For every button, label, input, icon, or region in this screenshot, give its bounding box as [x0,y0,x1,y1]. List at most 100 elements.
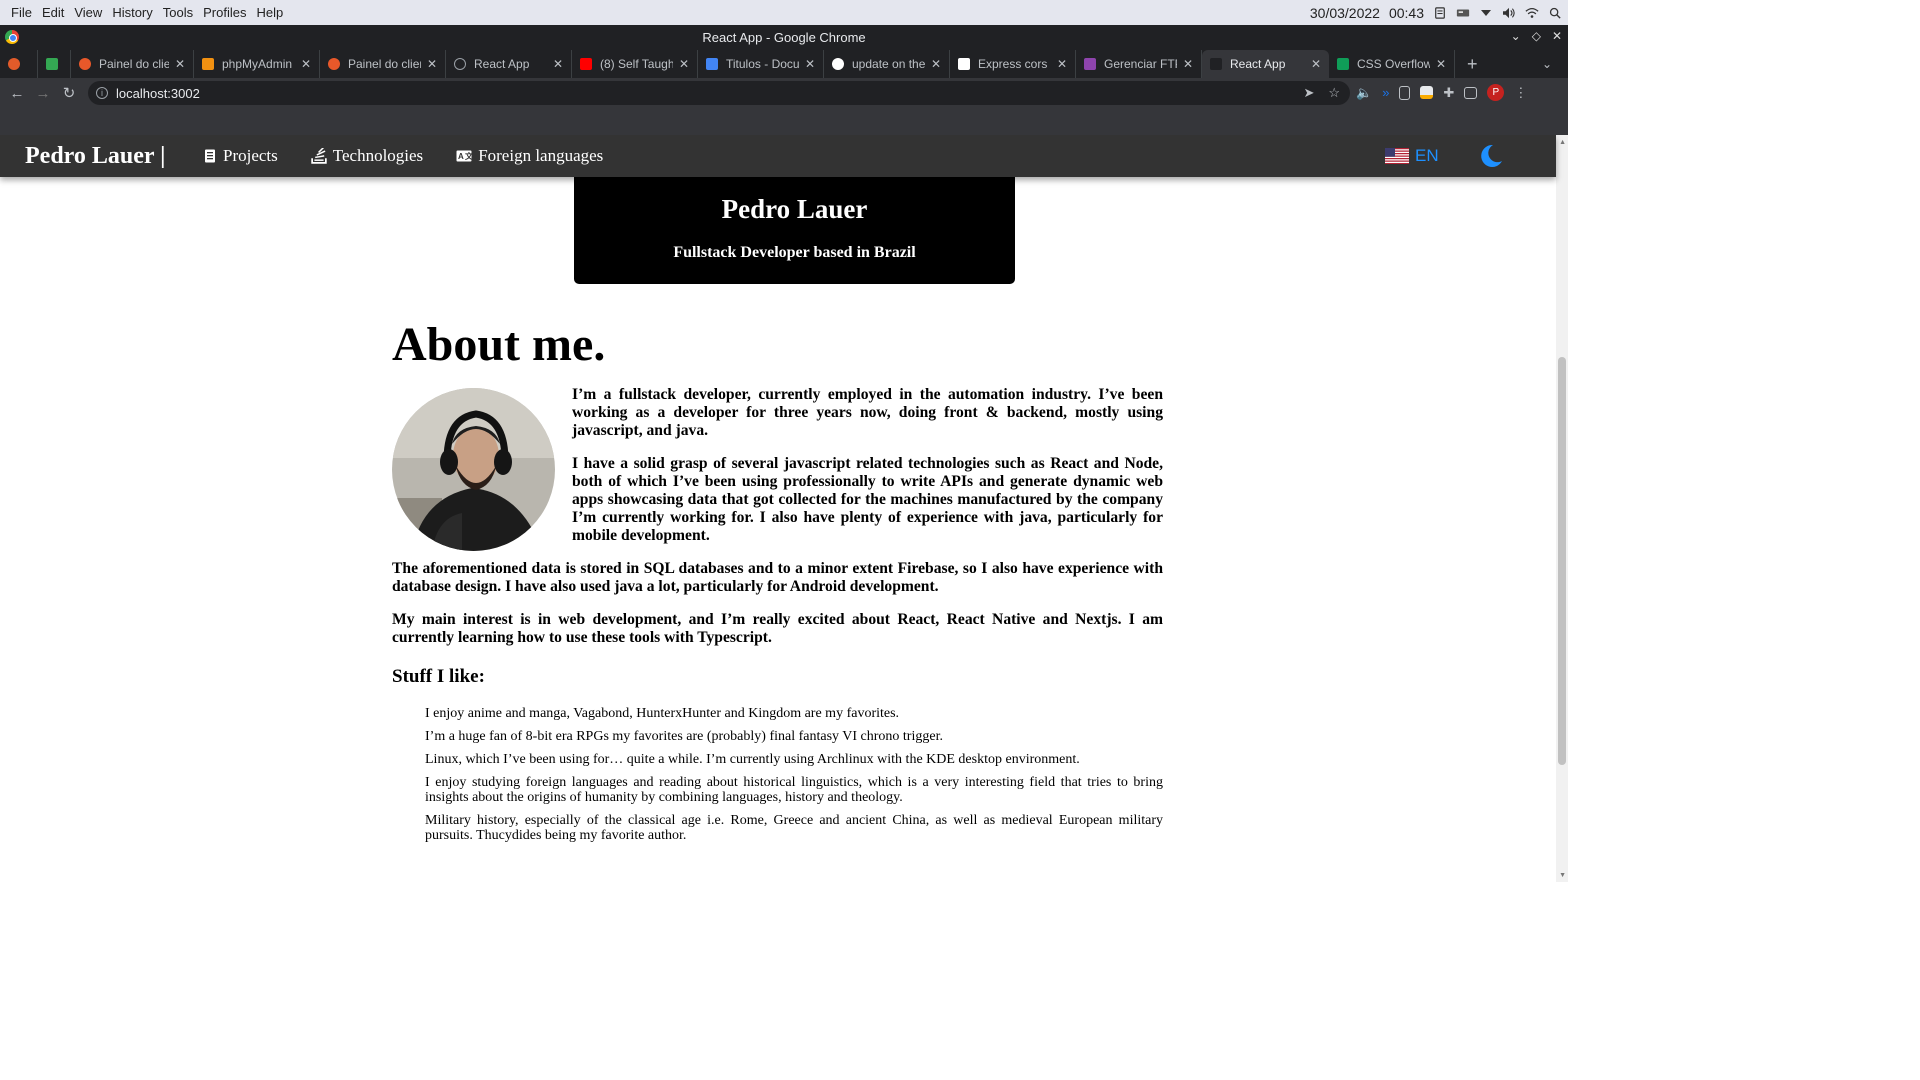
list-item: I enjoy studying foreign languages and r… [425,775,1163,805]
list-item: Military history, especially of the clas… [425,813,1163,843]
scroll-down-arrow-icon[interactable]: ▼ [1559,871,1566,879]
nav-technologies-label: Technologies [332,146,424,165]
likes-heading: Stuff I like: [392,666,485,687]
extension-wave-icon[interactable]: » [1382,85,1389,100]
clipboard-ext-icon[interactable] [1399,85,1411,100]
tab-css-overflow[interactable]: CSS Overflow ✕ [1329,50,1455,78]
menu-file[interactable]: File [6,5,37,20]
menu-view[interactable]: View [69,5,107,20]
language-switcher[interactable]: EN [1385,146,1439,166]
close-icon[interactable]: ✕ [1183,57,1193,71]
tab-docs[interactable]: Titulos - Docum ✕ [698,50,824,78]
tab-google-search[interactable]: update on the ✕ [824,50,950,78]
close-icon[interactable]: ✕ [805,57,815,71]
volume-icon[interactable] [1502,7,1516,19]
url-text[interactable]: localhost:3002 [116,86,200,101]
address-bar[interactable]: i localhost:3002 ➤ ☆ [88,81,1350,105]
tab-ftp[interactable]: Gerenciar FTP ✕ [1076,50,1202,78]
tab-favicon-icon [79,58,91,70]
language-code: EN [1415,146,1439,165]
close-icon[interactable]: ✕ [553,57,563,71]
tab-search-icon[interactable]: ⌄ [1542,50,1568,78]
scrollbar-thumb[interactable] [1558,357,1566,765]
close-icon[interactable]: ✕ [1311,57,1321,71]
clipboard-icon[interactable] [1433,6,1447,19]
browser-title-bar: React App - Google Chrome ⌄ ◇ ✕ [0,25,1568,50]
tab-react-app-active[interactable]: React App ✕ [1202,50,1329,78]
chevron-down-icon[interactable] [1479,7,1493,19]
clock-date[interactable]: 30/03/2022 [1310,5,1380,21]
menu-help[interactable]: Help [251,5,288,20]
tab-favicon-icon [202,58,214,70]
tab-favicon-icon [328,58,340,70]
tab-painel-2[interactable]: Painel do client ✕ [320,50,446,78]
scroll-up-arrow-icon[interactable]: ▲ [1559,138,1566,146]
close-icon[interactable]: ✕ [175,57,185,71]
about-heading: About me. [392,318,606,371]
sidebar-icon[interactable] [1464,86,1478,99]
menu-tools[interactable]: Tools [158,5,198,20]
close-icon[interactable]: ✕ [301,57,311,71]
close-icon[interactable]: ✕ [1552,29,1562,43]
youtube-icon [580,58,592,70]
send-icon[interactable]: ➤ [1303,85,1314,101]
dark-mode-moon-icon[interactable] [1476,142,1504,170]
close-icon[interactable]: ✕ [427,57,437,71]
site-brand[interactable]: Pedro Lauer | [0,143,178,170]
wifi-icon[interactable] [1525,7,1539,19]
tab-favicon-icon [8,58,20,70]
about-paragraph-4: My main interest is in web development, … [392,611,1163,646]
nav-technologies[interactable]: Technologies [311,146,423,166]
bookmark-bar [0,108,1568,135]
reload-icon[interactable]: ↻ [56,84,82,102]
about-section: About me. I’m a fullstack developer, cur… [392,321,1163,851]
tab-label: CSS Overflow [1357,57,1430,71]
close-icon[interactable]: ✕ [1436,57,1446,71]
profile-photo-image [392,388,555,551]
back-icon[interactable]: ← [4,85,30,102]
os-menu-bar: File Edit View History Tools Profiles He… [0,0,1568,25]
tab-label: Gerenciar FTP [1104,57,1177,71]
info-icon[interactable]: i [96,87,108,99]
tab-painel-1[interactable]: Painel do client ✕ [71,50,194,78]
forward-icon[interactable]: → [30,85,56,102]
nav-foreign-languages[interactable]: A文 Foreign languages [456,146,603,166]
tab-phpmyadmin[interactable]: phpMyAdmin ✕ [194,50,320,78]
tab-youtube[interactable]: (8) Self Taught ✕ [572,50,698,78]
puzzle-icon[interactable]: ✚ [1443,85,1454,101]
close-icon[interactable]: ✕ [1057,57,1067,71]
close-icon[interactable]: ✕ [679,57,689,71]
tab-strip: Painel do client ✕ phpMyAdmin ✕ Painel do … [0,50,1568,78]
profile-avatar[interactable]: P [1487,84,1505,101]
tab-pinned-2[interactable] [38,50,71,78]
kebab-menu-icon[interactable]: ⋮ [1514,85,1527,101]
menu-profiles[interactable]: Profiles [198,5,251,20]
nav-projects[interactable]: Projects [203,146,278,166]
todo-ext-icon[interactable] [1420,86,1434,99]
tab-label: update on the [852,57,925,71]
menu-edit[interactable]: Edit [37,5,69,20]
speaker-icon[interactable]: 🔈 [1356,85,1372,101]
google-icon [832,58,844,70]
tab-pinned-1[interactable] [0,50,38,78]
minimize-icon[interactable]: ⌄ [1511,29,1521,43]
list-item: I enjoy anime and manga, Vagabond, Hunte… [425,706,900,721]
hero-name: Pedro Lauer [721,194,868,224]
tab-express[interactable]: Express cors m ✕ [950,50,1076,78]
tab-label: React App [474,57,530,71]
page-scrollbar[interactable]: ▲ ▼ [1556,135,1568,882]
about-paragraph-3: The aforementioned data is stored in SQL… [392,560,1163,595]
window-controls: ⌄ ◇ ✕ [1511,29,1562,43]
star-icon[interactable]: ☆ [1328,85,1340,101]
clock-time[interactable]: 00:43 [1389,5,1424,21]
document-icon [205,149,215,163]
restore-icon[interactable]: ◇ [1532,29,1541,43]
tab-react-app-1[interactable]: React App ✕ [446,50,572,78]
menu-history[interactable]: History [107,5,157,20]
new-tab-button[interactable]: + [1455,50,1490,78]
globe-icon [454,58,466,70]
chrome-logo-icon [5,30,19,44]
search-icon[interactable] [1548,7,1562,19]
drive-icon[interactable] [1456,7,1470,19]
close-icon[interactable]: ✕ [931,57,941,71]
